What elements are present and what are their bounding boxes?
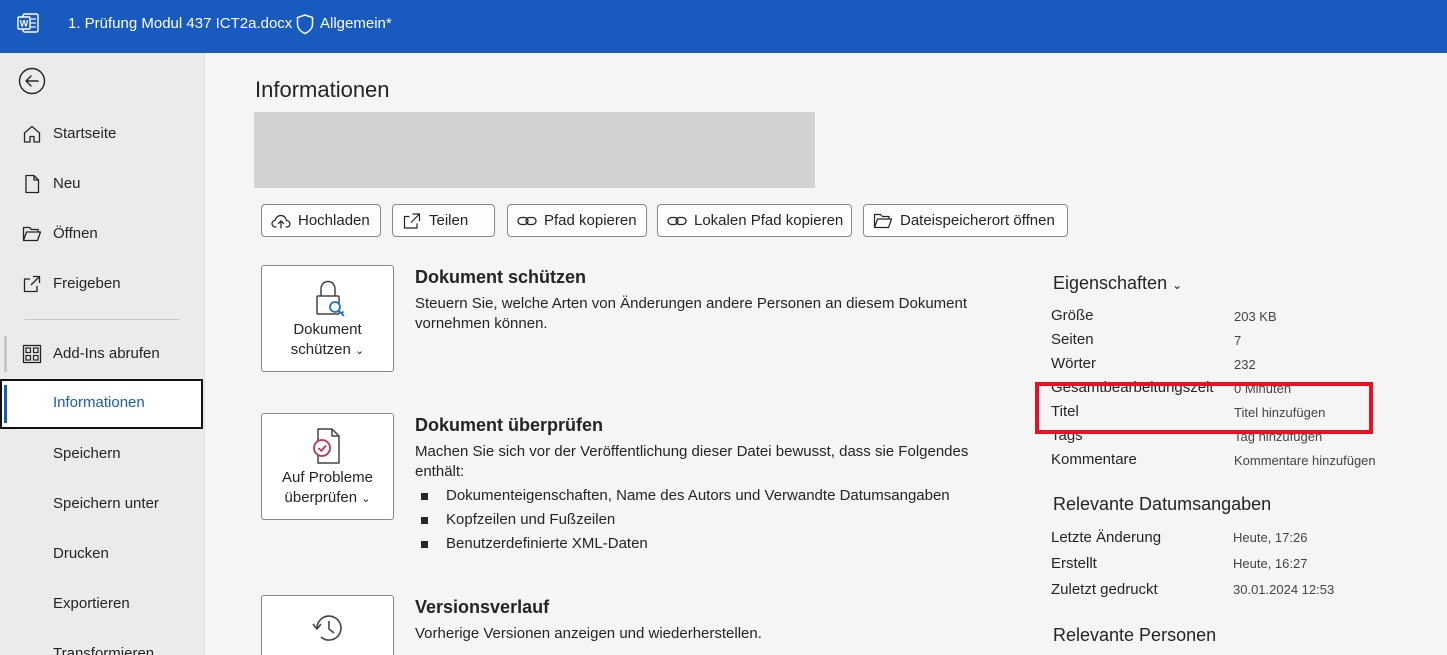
date-value: 30.01.2024 12:53	[1233, 582, 1335, 597]
protect-section-text: Steuern Sie, welche Arten von Änderungen…	[415, 295, 968, 332]
protect-label-line2: schützen ⌄	[290, 341, 365, 358]
shield-icon[interactable]	[295, 13, 315, 35]
protect-document-button[interactable]: Dokument schützen ⌄	[261, 265, 394, 372]
share-icon	[23, 275, 41, 293]
sidebar-item-label: Drucken	[53, 545, 109, 562]
home-icon	[23, 125, 41, 143]
sidebar-item-label: Freigeben	[53, 275, 121, 292]
property-label: Kommentare	[1051, 451, 1137, 468]
people-heading: Relevante Personen	[1053, 625, 1217, 645]
inspect-label-line2: überprüfen ⌄	[284, 489, 371, 506]
apps-grid-icon	[22, 344, 42, 364]
copy-path-button[interactable]: Pfad kopieren	[507, 204, 647, 237]
sidebar-item-label: Add-Ins abrufen	[53, 345, 160, 362]
backstage-sidebar: Startseite Neu Öffnen Freigeben Add-Ins …	[0, 53, 205, 655]
date-value: Heute, 16:27	[1233, 556, 1308, 571]
versions-section-text: Vorherige Versionen anzeigen und wiederh…	[415, 625, 762, 642]
sidebar-divider	[25, 319, 180, 320]
sidebar-item-label: Speichern unter	[53, 495, 159, 512]
sidebar-item-label: Exportieren	[53, 595, 130, 612]
property-value: 232	[1234, 357, 1256, 372]
version-history-button[interactable]	[261, 595, 394, 655]
add-comments-field[interactable]: Kommentare hinzufügen	[1234, 453, 1376, 468]
history-icon	[312, 615, 342, 641]
sidebar-item-save-as[interactable]: Speichern unter	[0, 480, 203, 528]
copy-path-label: Pfad kopieren	[544, 212, 637, 229]
lock-key-icon	[316, 280, 345, 317]
upload-cloud-icon	[271, 214, 291, 229]
inspect-section-text: Machen Sie sich vor der Veröffentlichung…	[415, 443, 969, 480]
sidebar-item-label: Informationen	[53, 394, 145, 411]
sidebar-item-label: Neu	[53, 175, 81, 192]
protect-section-title: Dokument schützen	[415, 267, 587, 287]
document-title[interactable]: 1. Prüfung Modul 437 ICT2a.docx	[68, 15, 292, 32]
sidebar-item-label: Startseite	[53, 125, 117, 142]
inspect-document-button[interactable]: Auf Probleme überprüfen ⌄	[261, 413, 394, 520]
sidebar-item-get-addins[interactable]: Add-Ins abrufen	[0, 330, 203, 378]
property-label: Wörter	[1051, 355, 1096, 372]
date-label: Letzte Änderung	[1051, 529, 1162, 546]
page-title: Informationen	[255, 77, 390, 102]
property-value: 7	[1234, 333, 1242, 348]
title-bar: W 1. Prüfung Modul 437 ICT2a.docx Allgem…	[0, 0, 1447, 53]
sidebar-item-print[interactable]: Drucken	[0, 530, 203, 578]
inspect-label-line1: Auf Probleme	[282, 469, 373, 486]
sidebar-item-home[interactable]: Startseite	[0, 110, 203, 158]
sidebar-item-new[interactable]: Neu	[0, 160, 203, 208]
sidebar-item-label: Speichern	[53, 445, 121, 462]
svg-text:W: W	[20, 19, 29, 29]
chevron-down-icon: ⌄	[1172, 278, 1183, 292]
folder-icon	[873, 213, 893, 229]
back-arrow-icon[interactable]	[18, 67, 46, 95]
property-label: Seiten	[1051, 331, 1094, 348]
highlight-annotation	[1035, 382, 1373, 434]
share-icon	[403, 213, 421, 229]
share-button[interactable]: Teilen	[392, 204, 495, 237]
word-logo-icon[interactable]: W	[17, 12, 39, 34]
file-path-redacted	[254, 112, 815, 188]
open-file-location-button[interactable]: Dateispeicherort öffnen	[863, 204, 1068, 237]
sidebar-item-label: Öffnen	[53, 225, 98, 242]
chevron-down-icon: ⌄	[361, 493, 371, 505]
date-label: Erstellt	[1051, 555, 1097, 572]
property-label: Größe	[1051, 307, 1094, 324]
dates-heading: Relevante Datumsangaben	[1053, 494, 1272, 514]
link-icon	[667, 216, 687, 226]
copy-local-path-label: Lokalen Pfad kopieren	[694, 212, 844, 229]
document-check-icon	[313, 428, 340, 464]
property-value: 203 KB	[1234, 309, 1277, 324]
sidebar-item-share[interactable]: Freigeben	[0, 260, 203, 308]
sidebar-item-open[interactable]: Öffnen	[0, 210, 203, 258]
date-value: Heute, 17:26	[1233, 530, 1308, 545]
protect-label-line1: Dokument	[293, 321, 362, 338]
upload-label: Hochladen	[298, 212, 370, 229]
upload-button[interactable]: Hochladen	[261, 204, 381, 237]
copy-local-path-button[interactable]: Lokalen Pfad kopieren	[657, 204, 852, 237]
open-file-location-label: Dateispeicherort öffnen	[900, 212, 1055, 229]
sidebar-item-transform[interactable]: Transformieren	[0, 630, 203, 655]
info-pane: Informationen Hochladen Teilen Pfad kopi…	[206, 53, 1447, 655]
sidebar-item-info[interactable]: Informationen	[0, 379, 203, 429]
sidebar-item-save[interactable]: Speichern	[0, 430, 203, 478]
date-label: Zuletzt gedruckt	[1051, 581, 1158, 598]
sensitivity-label[interactable]: Allgemein*	[320, 15, 392, 32]
sidebar-item-label: Transformieren	[53, 645, 155, 655]
inspect-section-title: Dokument überprüfen	[415, 415, 604, 435]
folder-open-icon	[22, 226, 42, 242]
link-icon	[517, 216, 537, 226]
chevron-down-icon: ⌄	[355, 345, 365, 357]
versions-section-title: Versionsverlauf	[415, 597, 550, 617]
sidebar-item-export[interactable]: Exportieren	[0, 580, 203, 628]
new-document-icon	[25, 174, 40, 194]
properties-dropdown[interactable]: Eigenschaften ⌄	[1053, 273, 1182, 294]
share-label: Teilen	[429, 212, 469, 229]
